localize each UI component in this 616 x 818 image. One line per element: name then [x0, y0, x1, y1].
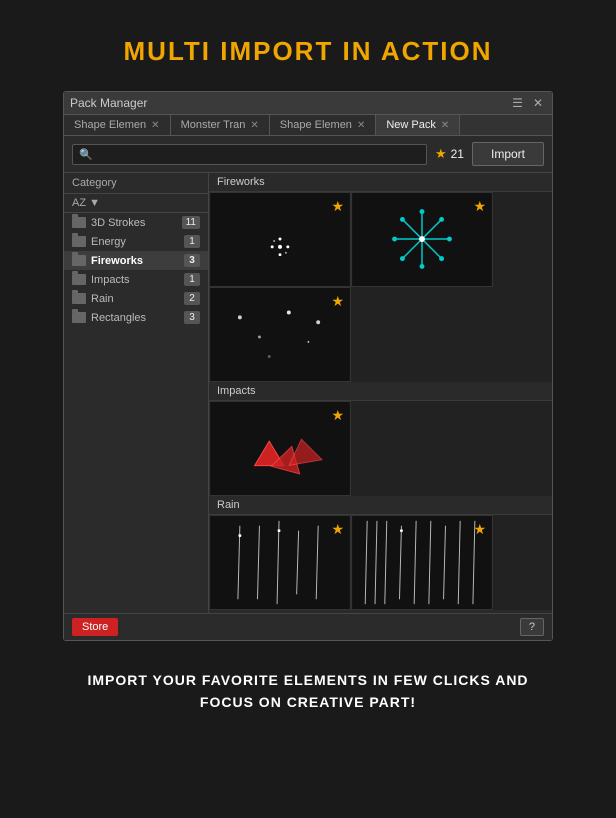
star-count-display: ★ 21 — [435, 146, 464, 162]
folder-icon-3d-strokes — [72, 217, 86, 228]
window-menu-button[interactable]: ☰ — [509, 96, 526, 110]
category-count-rain: 2 — [184, 292, 200, 305]
impacts-thumbnails: ★ — [209, 401, 552, 496]
tabs-bar: Shape Elemen ✕ Monster Tran ✕ Shape Elem… — [64, 115, 552, 136]
section-label-fireworks: Fireworks — [209, 173, 552, 192]
fireworks-svg-3 — [210, 288, 350, 381]
thumb-star-fireworks-2[interactable]: ★ — [473, 198, 486, 215]
category-count-rectangles: 3 — [184, 311, 200, 324]
rain-svg-2 — [352, 516, 492, 609]
tab-new-pack[interactable]: New Pack ✕ — [376, 115, 460, 135]
window-close-button[interactable]: ✕ — [530, 96, 546, 110]
category-name-rain: Rain — [91, 293, 179, 305]
category-name-impacts: Impacts — [91, 274, 179, 286]
tab-monster-transitions[interactable]: Monster Tran ✕ — [171, 115, 270, 135]
toolbar: 🔍 ★ 21 Import — [64, 136, 552, 173]
section-label-impacts: Impacts — [209, 382, 552, 401]
search-icon: 🔍 — [79, 148, 93, 161]
folder-icon-rain — [72, 293, 86, 304]
tab-label-3: Shape Elemen — [280, 119, 352, 131]
rain-svg-1 — [210, 516, 350, 609]
search-input[interactable] — [97, 148, 420, 160]
thumb-fireworks-2[interactable]: ★ — [351, 192, 493, 287]
tab-label-4: New Pack — [386, 119, 436, 131]
window-title-text: Pack Manager — [70, 96, 147, 110]
fireworks-thumbnails: ★ — [209, 192, 552, 287]
category-name-fireworks: Fireworks — [91, 255, 179, 267]
bottom-text: IMPORT YOUR FAVORITE ELEMENTS IN FEW CLI… — [57, 669, 558, 714]
folder-icon-energy — [72, 236, 86, 247]
folder-icon-impacts — [72, 274, 86, 285]
sidebar-item-energy[interactable]: Energy 1 — [64, 232, 208, 251]
sidebar-item-rain[interactable]: Rain 2 — [64, 289, 208, 308]
tab-close-icon-2[interactable]: ✕ — [250, 120, 258, 131]
fireworks-svg-1 — [210, 193, 350, 286]
sort-bar[interactable]: AZ ▼ — [64, 194, 208, 213]
import-button[interactable]: Import — [472, 142, 544, 166]
thumb-star-fireworks-3[interactable]: ★ — [331, 293, 344, 310]
tab-label-1: Shape Elemen — [74, 119, 146, 131]
thumb-fireworks-1[interactable]: ★ — [209, 192, 351, 287]
sort-label: AZ — [72, 197, 86, 209]
page-title: MULTI IMPORT IN ACTION — [124, 36, 493, 67]
status-bar: Store ? — [64, 613, 552, 640]
window-controls: ☰ ✕ — [509, 96, 546, 110]
content-scroll[interactable]: Fireworks — [209, 173, 552, 613]
thumb-star-impacts-1[interactable]: ★ — [331, 407, 344, 424]
folder-icon-fireworks — [72, 255, 86, 266]
category-name-energy: Energy — [91, 236, 179, 248]
category-count-fireworks: 3 — [184, 254, 200, 267]
fireworks-svg-2 — [352, 193, 492, 286]
sidebar: Category AZ ▼ 3D Strokes 11 Energy 1 Fir… — [64, 173, 209, 613]
fireworks-thumbnails-row2: ★ — [209, 287, 552, 382]
thumb-fireworks-3[interactable]: ★ — [209, 287, 351, 382]
tab-close-icon-4[interactable]: ✕ — [441, 120, 449, 131]
section-label-rectangles: Rectangles — [209, 610, 552, 613]
rain-thumbnails: ★ — [209, 515, 552, 610]
category-name-rectangles: Rectangles — [91, 312, 179, 324]
thumb-star-rain-1[interactable]: ★ — [331, 521, 344, 538]
store-button[interactable]: Store — [72, 618, 118, 636]
thumb-rain-1[interactable]: ★ — [209, 515, 351, 610]
section-label-rain: Rain — [209, 496, 552, 515]
thumb-star-rain-2[interactable]: ★ — [473, 521, 486, 538]
tab-shape-elements-2[interactable]: Shape Elemen ✕ — [270, 115, 377, 135]
tab-shape-elements-1[interactable]: Shape Elemen ✕ — [64, 115, 171, 135]
category-count-impacts: 1 — [184, 273, 200, 286]
sidebar-item-fireworks[interactable]: Fireworks 3 — [64, 251, 208, 270]
content-area: Fireworks — [209, 173, 552, 613]
sidebar-item-3d-strokes[interactable]: 3D Strokes 11 — [64, 213, 208, 232]
window-titlebar: Pack Manager ☰ ✕ — [64, 92, 552, 115]
tab-close-icon-3[interactable]: ✕ — [357, 120, 365, 131]
category-count-3d-strokes: 11 — [182, 216, 200, 229]
thumb-star-fireworks-1[interactable]: ★ — [331, 198, 344, 215]
star-count-number: 21 — [451, 147, 464, 161]
pack-manager-window: Pack Manager ☰ ✕ Shape Elemen ✕ Monster … — [63, 91, 553, 641]
help-button[interactable]: ? — [520, 618, 544, 636]
star-icon: ★ — [435, 146, 447, 162]
category-count-energy: 1 — [184, 235, 200, 248]
thumb-rain-2[interactable]: ★ — [351, 515, 493, 610]
sort-arrow-icon: ▼ — [89, 197, 100, 209]
sidebar-item-rectangles[interactable]: Rectangles 3 — [64, 308, 208, 327]
tab-label-2: Monster Tran — [181, 119, 246, 131]
main-content: Category AZ ▼ 3D Strokes 11 Energy 1 Fir… — [64, 173, 552, 613]
search-box: 🔍 — [72, 144, 427, 165]
impacts-svg-1 — [210, 402, 350, 495]
tab-close-icon-1[interactable]: ✕ — [151, 120, 159, 131]
category-name-3d-strokes: 3D Strokes — [91, 217, 177, 229]
sidebar-category-header: Category — [64, 173, 208, 194]
sidebar-item-impacts[interactable]: Impacts 1 — [64, 270, 208, 289]
folder-icon-rectangles — [72, 312, 86, 323]
bottom-text-line2: FOCUS ON CREATIVE PART! — [87, 691, 528, 713]
thumb-impacts-1[interactable]: ★ — [209, 401, 351, 496]
bottom-text-line1: IMPORT YOUR FAVORITE ELEMENTS IN FEW CLI… — [87, 669, 528, 691]
